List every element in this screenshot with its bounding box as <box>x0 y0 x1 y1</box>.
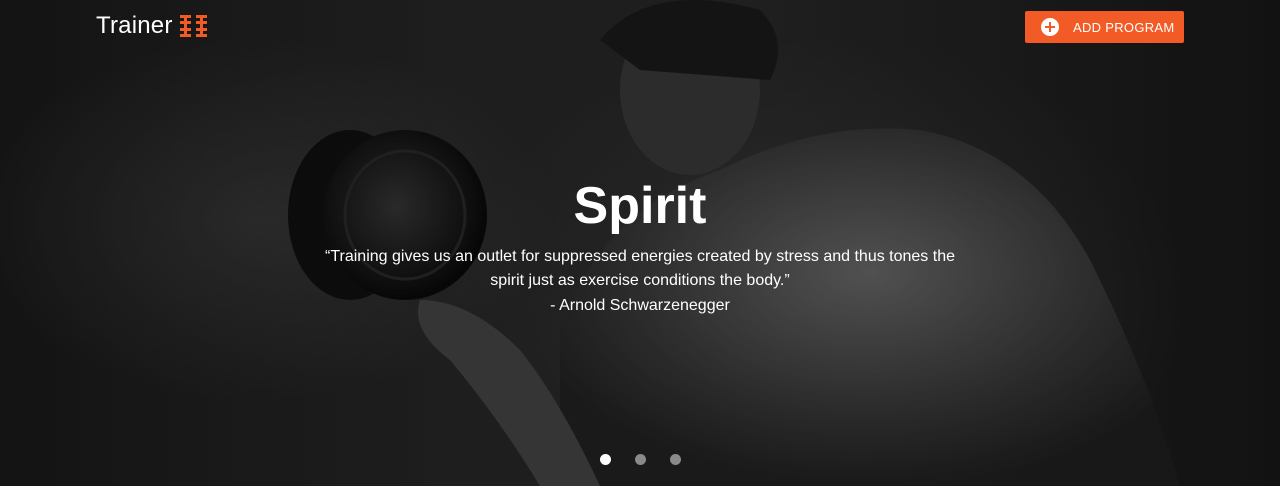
carousel-dot[interactable] <box>669 454 681 465</box>
hero-overlay <box>0 0 1280 486</box>
hero-carousel <box>0 0 1280 486</box>
dumbbell-icon <box>179 15 207 37</box>
top-navigation: Trainer ADD PROGRAM <box>0 0 1280 56</box>
brand-logo[interactable]: Trainer <box>96 12 209 40</box>
add-program-button[interactable]: ADD PROGRAM <box>1025 11 1184 43</box>
slide-quote-author: - Arnold Schwarzenegger <box>550 297 730 314</box>
carousel-dot[interactable] <box>599 454 611 465</box>
brand-name: Trainer <box>96 12 173 39</box>
plus-circle-icon <box>1041 18 1059 36</box>
carousel-indicators <box>0 454 1280 465</box>
carousel-dot[interactable] <box>634 454 646 465</box>
slide-quote: “Training gives us an outlet for suppres… <box>325 248 955 289</box>
slide-title: Spirit <box>573 177 707 235</box>
add-program-label: ADD PROGRAM <box>1073 19 1175 35</box>
